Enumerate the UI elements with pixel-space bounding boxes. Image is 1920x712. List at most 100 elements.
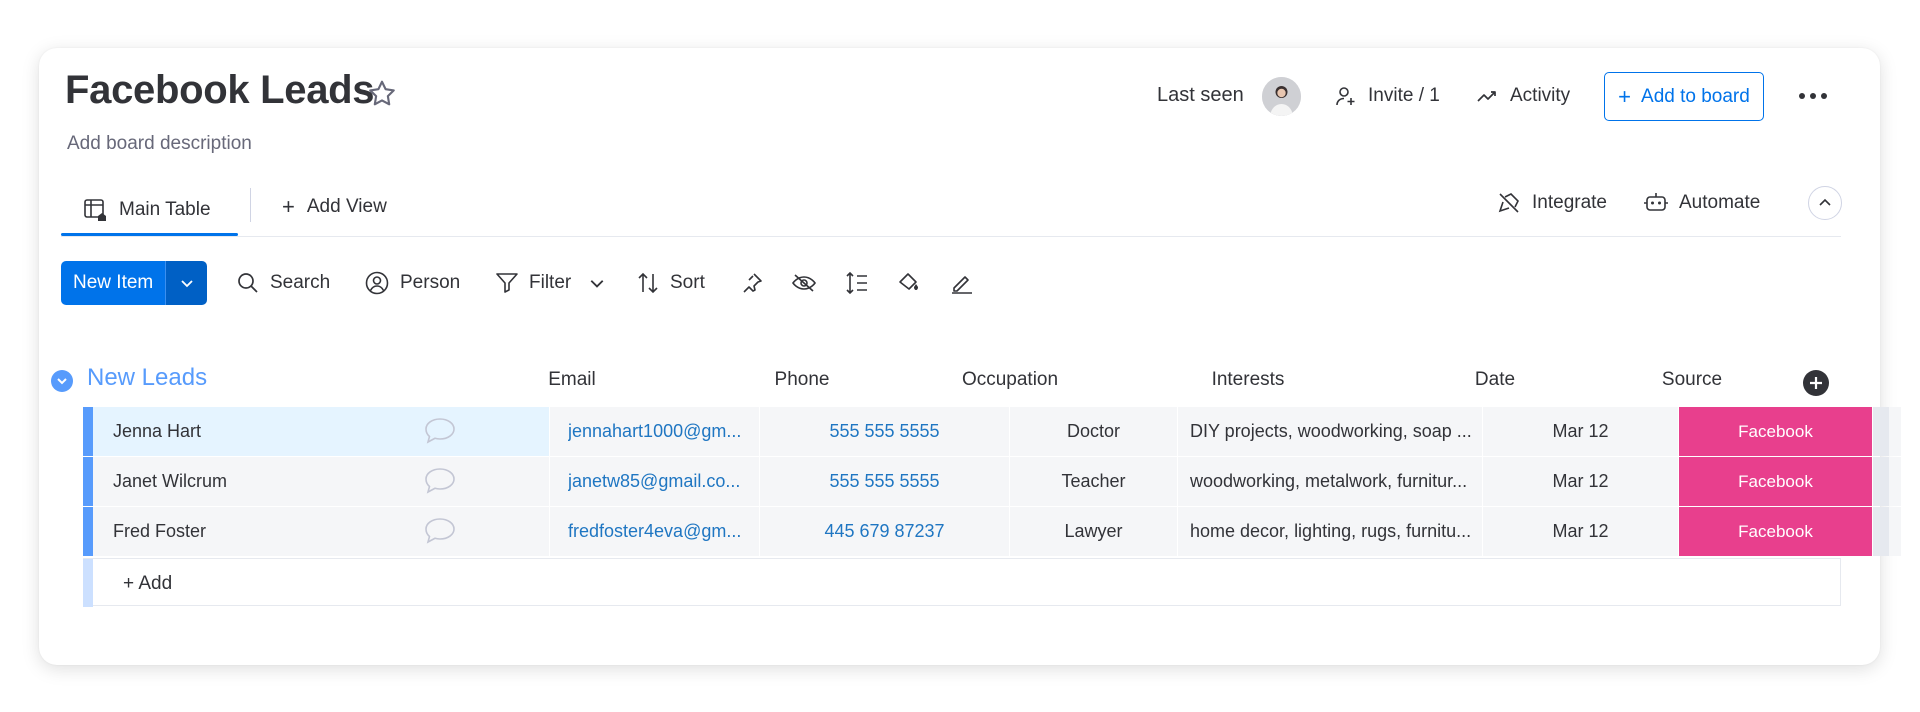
chevron-down-icon xyxy=(57,378,67,385)
comment-icon[interactable] xyxy=(423,516,457,546)
invite-label: Invite / 1 xyxy=(1368,85,1440,106)
pin-button[interactable] xyxy=(735,266,769,300)
hide-columns-button[interactable] xyxy=(787,266,821,300)
occupation-cell[interactable]: Teacher xyxy=(1010,457,1178,506)
add-view-button[interactable]: + Add View xyxy=(282,190,387,224)
column-header-source[interactable]: Source xyxy=(1630,369,1754,391)
phone-value: 445 679 87237 xyxy=(824,521,945,541)
email-cell[interactable]: jennahart1000@gm... xyxy=(550,407,760,456)
column-header-phone[interactable]: Phone xyxy=(740,369,864,391)
source-value: Facebook xyxy=(1738,521,1813,541)
avatar[interactable] xyxy=(1262,77,1301,116)
add-item-label[interactable]: + Add xyxy=(123,573,172,595)
automate-button[interactable]: Automate xyxy=(1643,186,1760,220)
interests-value: home decor, lighting, rugs, furnitu... xyxy=(1190,521,1472,541)
table-home-icon xyxy=(84,199,106,221)
column-header-date[interactable]: Date xyxy=(1440,369,1550,391)
table-row[interactable]: Jenna Hart jennahart1000@gm... 555 555 5… xyxy=(83,407,1901,456)
source-value: Facebook xyxy=(1738,421,1813,441)
date-value: Mar 12 xyxy=(1552,521,1609,541)
item-name-cell[interactable]: Jenna Hart xyxy=(93,407,550,456)
new-item-button-group: New Item xyxy=(61,261,208,305)
interests-cell[interactable]: home decor, lighting, rugs, furnitu... xyxy=(1178,507,1483,556)
phone-cell[interactable]: 555 555 5555 xyxy=(760,407,1010,456)
filter-button[interactable]: Filter xyxy=(495,266,605,300)
email-cell[interactable]: fredfoster4eva@gm... xyxy=(550,507,760,556)
pin-icon xyxy=(743,273,762,293)
more-options-icon[interactable] xyxy=(1797,86,1829,106)
column-header-interests[interactable]: Interests xyxy=(1178,369,1318,391)
person-filter-button[interactable]: Person xyxy=(364,266,460,300)
last-seen-label[interactable]: Last seen xyxy=(1157,84,1244,107)
board-description[interactable]: Add board description xyxy=(67,133,252,155)
group-title[interactable]: New Leads xyxy=(87,364,207,392)
source-status-cell[interactable]: Facebook xyxy=(1679,407,1873,456)
item-name-cell[interactable]: Janet Wilcrum xyxy=(93,457,550,506)
search-icon xyxy=(238,273,258,293)
sort-button[interactable]: Sort xyxy=(636,266,705,300)
new-item-dropdown[interactable] xyxy=(165,261,208,305)
occupation-cell[interactable]: Doctor xyxy=(1010,407,1178,456)
table-row[interactable]: Fred Foster fredfoster4eva@gm... 445 679… xyxy=(83,507,1901,556)
row-end-cap xyxy=(1889,507,1901,556)
row-end-cap xyxy=(1889,407,1901,456)
group-collapse-toggle[interactable] xyxy=(51,370,73,392)
integrate-label: Integrate xyxy=(1532,192,1607,213)
tab-main-table[interactable]: Main Table xyxy=(61,184,233,236)
chevron-up-icon xyxy=(1819,198,1831,206)
occupation-cell[interactable]: Lawyer xyxy=(1010,507,1178,556)
occupation-value: Teacher xyxy=(1061,471,1126,491)
board-title[interactable]: Facebook Leads xyxy=(65,68,375,113)
source-value: Facebook xyxy=(1738,471,1813,491)
filter-icon xyxy=(496,273,518,293)
row-end-spacer xyxy=(1873,407,1889,456)
date-cell[interactable]: Mar 12 xyxy=(1483,407,1679,456)
star-icon[interactable] xyxy=(366,78,398,110)
date-cell[interactable]: Mar 12 xyxy=(1483,457,1679,506)
source-status-cell[interactable]: Facebook xyxy=(1679,457,1873,506)
tab-separator xyxy=(250,188,251,222)
email-value: fredfoster4eva@gm... xyxy=(568,521,742,541)
add-to-board-label: Add to board xyxy=(1641,85,1750,107)
add-item-row[interactable]: + Add xyxy=(83,558,1841,607)
interests-value: woodworking, metalwork, furnitur... xyxy=(1190,471,1468,491)
chevron-down-icon xyxy=(181,280,193,288)
source-status-cell[interactable]: Facebook xyxy=(1679,507,1873,556)
item-name: Janet Wilcrum xyxy=(113,471,228,491)
date-cell[interactable]: Mar 12 xyxy=(1483,507,1679,556)
plus-icon: + xyxy=(1618,83,1632,109)
interests-cell[interactable]: woodworking, metalwork, furnitur... xyxy=(1178,457,1483,506)
add-to-board-button[interactable]: + Add to board xyxy=(1604,72,1764,121)
email-cell[interactable]: janetw85@gmail.co... xyxy=(550,457,760,506)
date-value: Mar 12 xyxy=(1552,471,1609,491)
plus-icon xyxy=(1810,377,1822,389)
column-header-occupation[interactable]: Occupation xyxy=(940,369,1080,391)
row-height-button[interactable] xyxy=(840,266,874,300)
automate-label: Automate xyxy=(1679,192,1761,213)
phone-value: 555 555 5555 xyxy=(829,421,940,441)
comment-icon[interactable] xyxy=(423,466,457,496)
add-column-button[interactable] xyxy=(1803,370,1829,396)
invite-button[interactable]: Invite / 1 xyxy=(1334,80,1440,112)
comment-icon[interactable] xyxy=(423,416,457,446)
format-button[interactable] xyxy=(945,266,979,300)
new-item-button[interactable]: New Item xyxy=(61,261,166,305)
group-color-bar xyxy=(83,507,93,556)
robot-icon xyxy=(1644,193,1668,211)
item-name-cell[interactable]: Fred Foster xyxy=(93,507,550,556)
phone-cell[interactable]: 445 679 87237 xyxy=(760,507,1010,556)
date-value: Mar 12 xyxy=(1552,421,1609,441)
column-header-email[interactable]: Email xyxy=(510,369,634,391)
chevron-down-icon[interactable] xyxy=(589,275,605,291)
integrate-button[interactable]: Integrate xyxy=(1496,186,1607,220)
tab-main-table-label: Main Table xyxy=(119,199,211,220)
search-button[interactable]: Search xyxy=(236,266,330,300)
collapse-header-button[interactable] xyxy=(1808,186,1842,220)
table-row[interactable]: Janet Wilcrum janetw85@gmail.co... 555 5… xyxy=(83,457,1901,506)
color-button[interactable] xyxy=(892,266,926,300)
activity-button[interactable]: Activity xyxy=(1476,80,1570,112)
interests-cell[interactable]: DIY projects, woodworking, soap ... xyxy=(1178,407,1483,456)
person-add-icon xyxy=(1336,87,1355,106)
phone-cell[interactable]: 555 555 5555 xyxy=(760,457,1010,506)
person-circle-icon xyxy=(365,271,389,295)
